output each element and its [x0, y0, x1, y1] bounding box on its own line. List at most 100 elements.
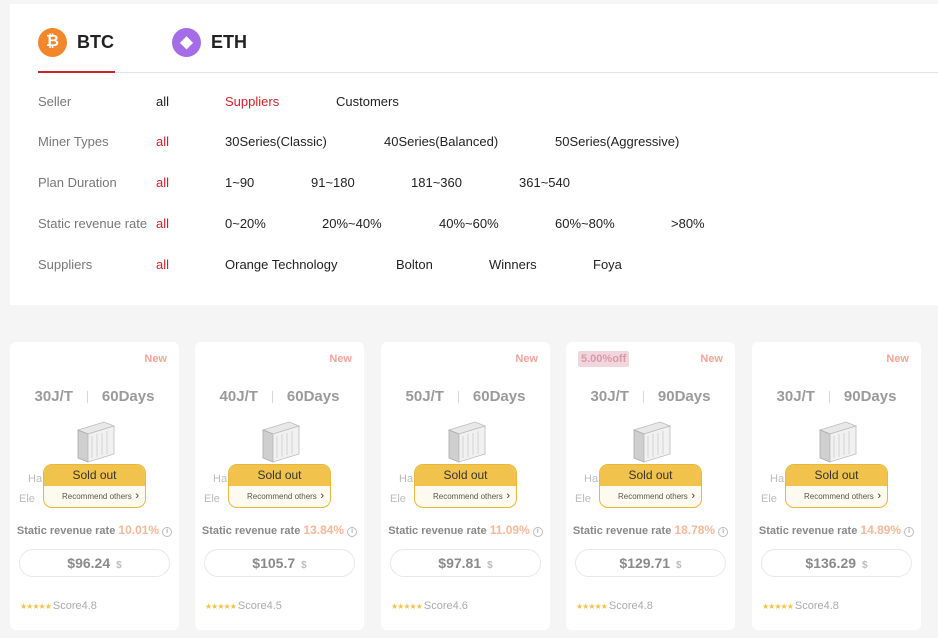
star-rating-icon: ★★★★★ [205, 601, 237, 611]
filter-option-all[interactable]: all [156, 173, 169, 193]
revenue-rate-label: Static revenue rate [201, 525, 301, 537]
filter-option-0-20[interactable]: 0~20% [225, 214, 266, 234]
filter-option-40-60[interactable]: 40%~60% [439, 214, 499, 234]
filter-label: Plan Duration [38, 175, 117, 190]
tab-divider [38, 72, 938, 73]
filter-option-181-360[interactable]: 181~360 [411, 173, 462, 193]
filter-option-all[interactable]: all [156, 92, 169, 112]
filter-option-bolton[interactable]: Bolton [396, 255, 433, 275]
tab-btc[interactable]: ₿ BTC [38, 24, 114, 60]
info-icon[interactable]: i [162, 527, 173, 537]
revenue-rate: Static revenue rate 10.01% i [10, 523, 179, 537]
filter-option-over-80[interactable]: >80% [671, 214, 705, 234]
sold-out-overlay: Sold out Recommend others › [43, 464, 146, 508]
recommend-others-label: Recommend others [247, 492, 317, 501]
duration-value: 60Days [286, 388, 340, 405]
filter-option-361-540[interactable]: 361~540 [519, 173, 570, 193]
recommend-others-link[interactable]: Recommend others › [415, 486, 516, 507]
product-spec: 30J/T 90Days [752, 388, 921, 405]
filter-option-60-80[interactable]: 60%~80% [555, 214, 615, 234]
filter-option-1-90[interactable]: 1~90 [225, 173, 254, 193]
currency-label: $ [862, 560, 868, 571]
new-badge: New [515, 353, 538, 365]
efficiency-value: 40J/T [219, 388, 258, 405]
discount-badge: 5.00%off [578, 351, 630, 367]
sold-out-label: Sold out [44, 465, 145, 486]
revenue-rate-value: 14.89% [860, 523, 902, 537]
score-value: 4.5 [266, 600, 282, 612]
filter-option-all[interactable]: all [156, 132, 169, 152]
spec-divider [457, 390, 459, 403]
miner-image [261, 421, 301, 463]
filter-option-all[interactable]: all [156, 255, 169, 275]
score-value: 4.6 [452, 600, 468, 612]
revenue-rate-label: Static revenue rate [388, 525, 487, 537]
electricity-label: Ele [575, 493, 591, 505]
hashrate-label: Ha [399, 473, 414, 485]
recommend-others-link[interactable]: Recommend others › [44, 486, 145, 507]
product-card[interactable]: New 30J/T 90Days Ha Ele Sold out Recomme… [752, 342, 921, 630]
score-prefix: Score [237, 600, 267, 612]
chevron-right-icon: › [135, 490, 139, 502]
recommend-others-link[interactable]: Recommend others › [600, 486, 701, 507]
sold-out-overlay: Sold out Recommend others › [228, 464, 331, 508]
tab-eth[interactable]: ◆ ETH [172, 24, 247, 60]
sold-out-label: Sold out [600, 465, 701, 486]
revenue-rate-value: 18.78% [674, 523, 716, 537]
ethereum-icon: ◆ [172, 27, 201, 57]
filter-option-40series[interactable]: 40Series(Balanced) [384, 132, 498, 152]
rating: ★★★★★ Score 4.8 [576, 600, 653, 612]
duration-value: 90Days [843, 388, 897, 405]
filter-option-orange-technology[interactable]: Orange Technology [225, 255, 338, 275]
product-card[interactable]: New 40J/T 60Days Ha Ele Sold out Recomme… [195, 342, 364, 630]
revenue-rate-label: Static revenue rate [758, 525, 858, 537]
filter-option-all[interactable]: all [156, 214, 169, 234]
filter-option-winners[interactable]: Winners [489, 255, 537, 275]
star-rating-icon: ★★★★★ [391, 601, 423, 611]
duration-value: 90Days [657, 388, 711, 405]
product-card[interactable]: New 50J/T 60Days Ha Ele Sold out Recomme… [381, 342, 550, 630]
efficiency-value: 50J/T [405, 388, 444, 405]
filter-option-91-180[interactable]: 91~180 [311, 173, 355, 193]
hashrate-label: Ha [213, 473, 228, 485]
product-spec: 30J/T 60Days [10, 388, 179, 405]
recommend-others-link[interactable]: Recommend others › [786, 486, 887, 507]
filter-option-customers[interactable]: Customers [336, 92, 399, 112]
sold-out-overlay: Sold out Recommend others › [414, 464, 517, 508]
filter-option-suppliers[interactable]: Suppliers [225, 92, 279, 112]
product-card[interactable]: New 30J/T 60Days Ha Ele Sold out Recomme… [10, 342, 179, 630]
score-prefix: Score [794, 600, 824, 612]
filter-label: Miner Types [38, 134, 109, 149]
info-icon[interactable]: i [904, 527, 915, 537]
recommend-others-link[interactable]: Recommend others › [229, 486, 330, 507]
filter-option-30series[interactable]: 30Series(Classic) [225, 132, 327, 152]
efficiency-value: 30J/T [590, 388, 629, 405]
info-icon[interactable]: i [347, 527, 358, 537]
info-icon[interactable]: i [532, 527, 543, 537]
electricity-label: Ele [390, 493, 406, 505]
revenue-rate-value: 13.84% [303, 523, 345, 537]
tab-btc-label: BTC [77, 31, 114, 52]
filter-option-foya[interactable]: Foya [593, 255, 622, 275]
spec-divider [642, 390, 644, 403]
sold-out-label: Sold out [415, 465, 516, 486]
price-box: $136.29 $ [761, 549, 912, 577]
product-card[interactable]: 5.00%off New 30J/T 90Days Ha Ele Sold ou… [566, 342, 735, 630]
filter-option-50series[interactable]: 50Series(Aggressive) [555, 132, 679, 152]
filter-option-20-40[interactable]: 20%~40% [322, 214, 382, 234]
electricity-label: Ele [19, 493, 35, 505]
product-spec: 40J/T 60Days [195, 388, 364, 405]
rating: ★★★★★ Score 4.8 [20, 600, 97, 612]
filter-panel: ₿ BTC ◆ ETH Seller all Suppliers Custome… [10, 4, 938, 305]
rating: ★★★★★ Score 4.8 [762, 600, 839, 612]
revenue-rate: Static revenue rate 11.09% i [381, 523, 550, 537]
revenue-rate-value: 11.09% [489, 523, 530, 537]
currency-label: $ [301, 560, 307, 571]
efficiency-value: 30J/T [34, 388, 73, 405]
recommend-others-label: Recommend others [804, 492, 874, 501]
price-box: $105.7 $ [204, 549, 355, 577]
price-value: $136.29 [805, 555, 857, 571]
revenue-rate-value: 10.01% [118, 523, 160, 537]
score-value: 4.8 [637, 600, 653, 612]
info-icon[interactable]: i [718, 527, 729, 537]
